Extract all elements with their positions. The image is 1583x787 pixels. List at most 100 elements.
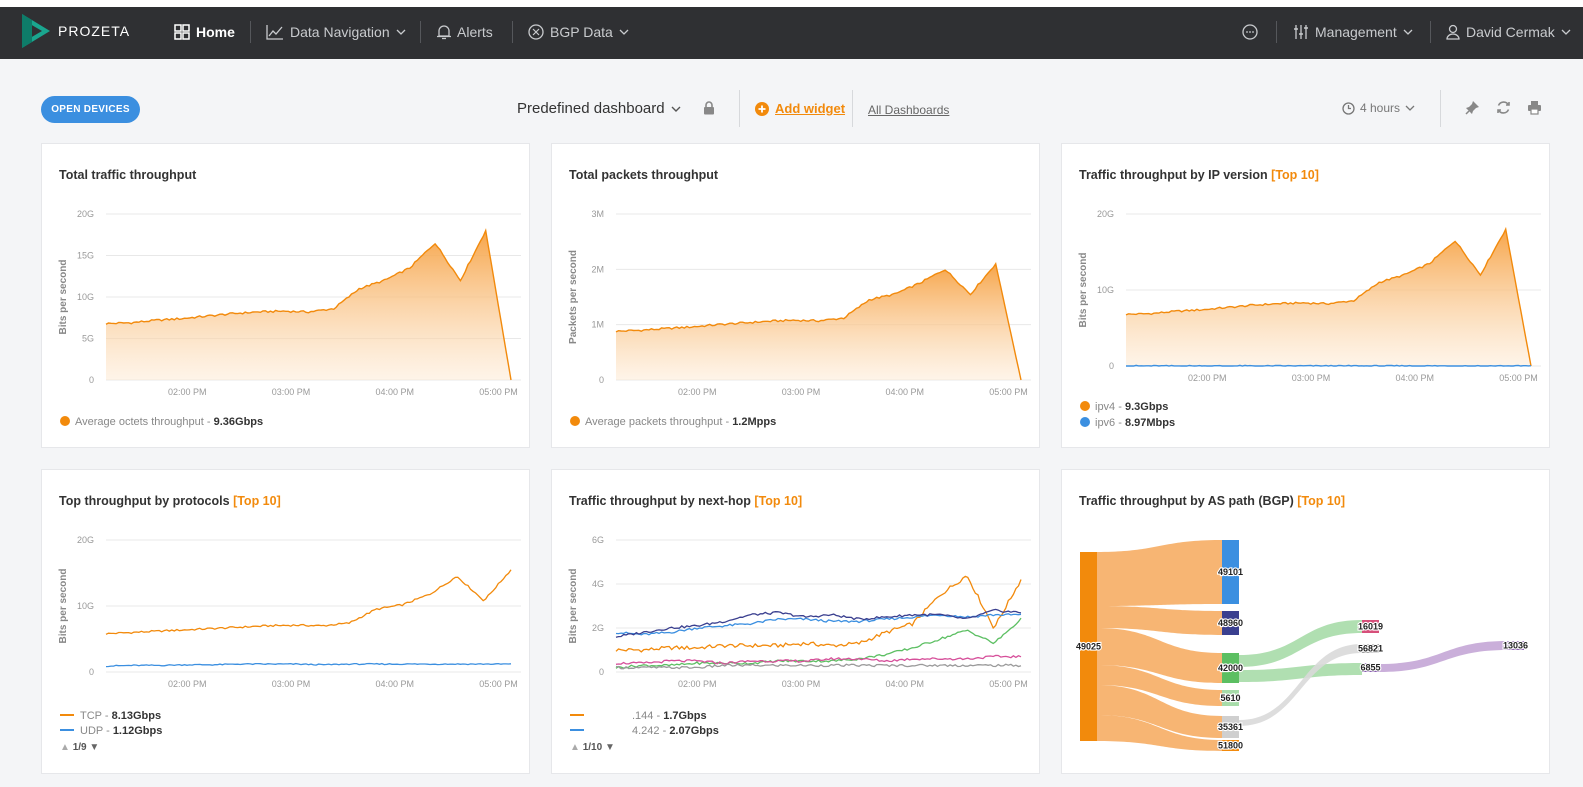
sankey-link bbox=[1379, 641, 1507, 672]
open-devices-button[interactable]: OPEN DEVICES bbox=[41, 96, 140, 123]
x-tick-label: 05:00 PM bbox=[989, 679, 1028, 689]
sankey-link bbox=[1239, 620, 1362, 667]
nav-divider bbox=[512, 21, 513, 43]
toolbar-divider bbox=[739, 90, 740, 127]
x-tick-label: 05:00 PM bbox=[1499, 373, 1538, 383]
pin-icon[interactable] bbox=[1465, 100, 1480, 115]
legend-item[interactable]: UDP - 1.12Gbps bbox=[60, 725, 162, 737]
toolbar-divider bbox=[1440, 90, 1441, 127]
series-line-ipv6 bbox=[1126, 364, 1532, 367]
brand-logo[interactable]: PROZETA bbox=[22, 14, 130, 48]
nav-data-navigation[interactable]: Data Navigation bbox=[266, 21, 406, 43]
x-tick-label: 03:00 PM bbox=[272, 679, 311, 689]
legend-item[interactable]: TCP - 8.13Gbps bbox=[60, 710, 161, 722]
refresh-icon[interactable] bbox=[1496, 100, 1511, 115]
y-tick-label: 10G bbox=[1097, 285, 1114, 295]
x-tick-label: 03:00 PM bbox=[782, 387, 821, 397]
time-range-selector[interactable]: 4 hours bbox=[1342, 101, 1415, 115]
prozeta-logo-icon bbox=[22, 14, 50, 48]
series-line-series-2 bbox=[615, 608, 1022, 638]
nav-home[interactable]: Home bbox=[174, 21, 235, 43]
x-tick-label: 04:00 PM bbox=[886, 387, 925, 397]
x-tick-label: 02:00 PM bbox=[678, 679, 717, 689]
y-tick-label: 1M bbox=[591, 320, 604, 330]
print-icon[interactable] bbox=[1527, 100, 1542, 115]
legend-item[interactable]: Average octets throughput - 9.36Gbps bbox=[60, 416, 263, 428]
pager-prev-icon[interactable]: ▲ bbox=[570, 742, 580, 753]
x-tick-label: 04:00 PM bbox=[376, 679, 415, 689]
chart-total-packets: 0 1M 2M 3M Packets per second 02:00 PM 03:00 P… bbox=[568, 209, 1031, 397]
legend-pager[interactable]: ▲ 1/10 ▼ bbox=[570, 742, 615, 753]
sankey-as-path: 49025 49101 48960 42000 5610 35361 51800 16019 5… bbox=[1075, 540, 1529, 752]
legend-swatch bbox=[60, 729, 74, 731]
pager-next-icon[interactable]: ▼ bbox=[89, 742, 99, 753]
legend-swatch bbox=[570, 416, 580, 426]
sankey-node-label: 48960 bbox=[1218, 618, 1243, 628]
pager-next-icon[interactable]: ▼ bbox=[605, 742, 615, 753]
legend-item[interactable]: .144 - 1.7Gbps bbox=[570, 710, 707, 722]
bell-icon bbox=[437, 25, 451, 40]
nav-alerts-label: Alerts bbox=[457, 24, 493, 40]
y-tick-label: 0 bbox=[89, 375, 94, 385]
chevron-down-icon bbox=[1561, 29, 1571, 35]
y-tick-label: 0 bbox=[1109, 361, 1114, 371]
legend-swatch bbox=[570, 729, 584, 731]
sankey-link bbox=[1097, 540, 1222, 606]
series-line-.144 bbox=[615, 575, 1022, 653]
y-tick-label: 2G bbox=[592, 623, 604, 633]
y-tick-label: 0 bbox=[599, 375, 604, 385]
sankey-node-label: 16019 bbox=[1358, 622, 1383, 632]
y-tick-label: 10G bbox=[77, 601, 94, 611]
legend-item[interactable]: ipv4 - 9.3Gbps bbox=[1080, 401, 1168, 413]
all-dashboards-link[interactable]: All Dashboards bbox=[868, 103, 949, 117]
series-area bbox=[1126, 229, 1531, 366]
y-tick-label: 10G bbox=[77, 292, 94, 302]
user-icon bbox=[1446, 24, 1460, 40]
user-menu[interactable]: David Cermak bbox=[1446, 21, 1571, 43]
sankey-node-label: 56821 bbox=[1358, 644, 1383, 654]
sankey-node-label: 5610 bbox=[1220, 693, 1240, 703]
chat-icon bbox=[1242, 24, 1258, 40]
y-tick-label: 6G bbox=[592, 535, 604, 545]
y-tick-label: 2M bbox=[591, 264, 604, 274]
legend-item[interactable]: Average packets throughput - 1.2Mpps bbox=[570, 416, 776, 428]
sankey-node-label: 49025 bbox=[1076, 642, 1101, 652]
sankey-node-label: 49101 bbox=[1218, 567, 1243, 577]
widget-total-packets: Total packets throughput 0 1M 2M 3M Packets … bbox=[551, 143, 1040, 448]
nav-bgp-data[interactable]: BGP Data bbox=[528, 21, 629, 43]
y-tick-label: 3M bbox=[591, 209, 604, 219]
legend-swatch bbox=[1080, 401, 1090, 411]
y-tick-label: 4G bbox=[592, 579, 604, 589]
y-axis-label: Bits per second bbox=[1078, 252, 1089, 327]
x-tick-label: 04:00 PM bbox=[376, 387, 415, 397]
nav-management[interactable]: Management bbox=[1293, 21, 1413, 43]
nav-divider bbox=[420, 21, 421, 43]
x-tick-label: 02:00 PM bbox=[1188, 373, 1227, 383]
nav-divider bbox=[250, 21, 251, 43]
pager-prev-icon[interactable]: ▲ bbox=[60, 742, 70, 753]
y-tick-label: 15G bbox=[77, 251, 94, 261]
chat-button[interactable] bbox=[1242, 21, 1258, 43]
sankey-node-label: 42000 bbox=[1218, 663, 1243, 673]
clock-icon bbox=[1342, 101, 1355, 115]
nav-alerts[interactable]: Alerts bbox=[437, 21, 493, 43]
grid-icon bbox=[174, 24, 190, 40]
sankey-node-label: 6855 bbox=[1360, 663, 1380, 673]
y-tick-label: 20G bbox=[1097, 209, 1114, 219]
y-tick-label: 0 bbox=[599, 667, 604, 677]
legend-item[interactable]: 4.242 - 2.07Gbps bbox=[570, 725, 719, 737]
x-tick-label: 02:00 PM bbox=[168, 679, 207, 689]
lock-icon[interactable] bbox=[703, 101, 715, 115]
widget-ip-version: Traffic throughput by IP version [Top 10… bbox=[1061, 143, 1550, 448]
nav-divider bbox=[1430, 21, 1431, 43]
x-tick-label: 03:00 PM bbox=[1292, 373, 1331, 383]
globe-icon bbox=[528, 24, 544, 40]
nav-data-navigation-label: Data Navigation bbox=[290, 24, 390, 40]
dashboard-selector[interactable]: Predefined dashboard bbox=[517, 100, 681, 117]
x-tick-label: 02:00 PM bbox=[678, 387, 717, 397]
y-tick-label: 0 bbox=[89, 667, 94, 677]
legend-pager[interactable]: ▲ 1/9 ▼ bbox=[60, 742, 99, 753]
sankey-node-label: 51800 bbox=[1218, 741, 1243, 751]
legend-item[interactable]: ipv6 - 8.97Mbps bbox=[1080, 417, 1175, 429]
add-widget-button[interactable]: Add widget bbox=[755, 101, 845, 116]
